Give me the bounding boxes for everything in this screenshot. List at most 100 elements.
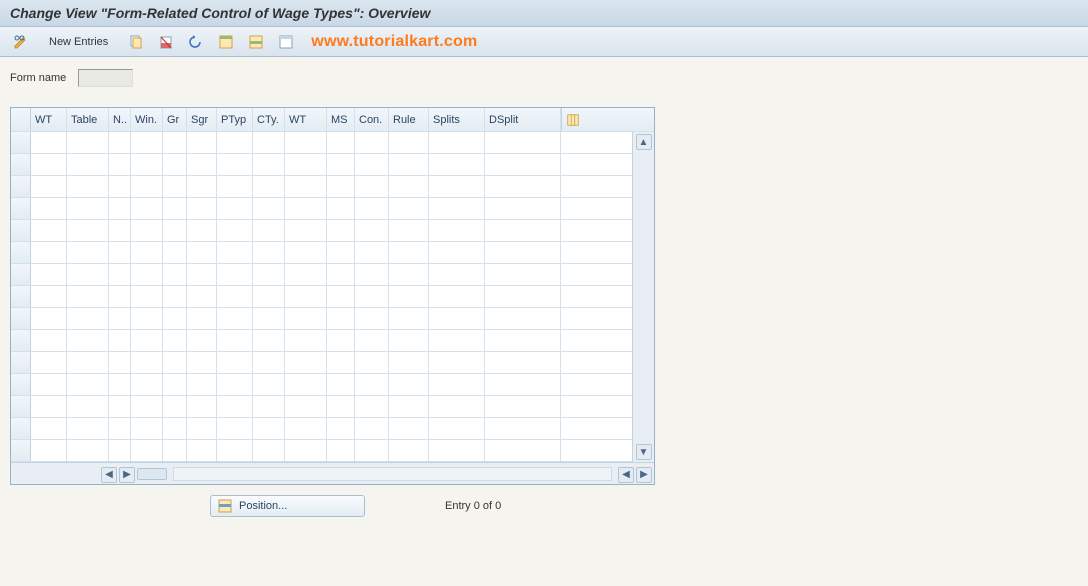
cell-rule[interactable] [389, 176, 429, 197]
cell-ms[interactable] [327, 330, 355, 351]
cell-wt1[interactable] [31, 198, 67, 219]
cell-n[interactable] [109, 242, 131, 263]
configure-columns-button[interactable] [561, 108, 583, 131]
table-row[interactable] [11, 440, 632, 462]
cell-gr[interactable] [163, 418, 187, 439]
cell-rule[interactable] [389, 396, 429, 417]
cell-wt2[interactable] [285, 374, 327, 395]
table-row[interactable] [11, 176, 632, 198]
row-selector[interactable] [11, 440, 31, 461]
cell-gr[interactable] [163, 242, 187, 263]
cell-dsplit[interactable] [485, 286, 561, 307]
cell-wt2[interactable] [285, 330, 327, 351]
cell-ptyp[interactable] [217, 440, 253, 461]
cell-table[interactable] [67, 286, 109, 307]
cell-rule[interactable] [389, 308, 429, 329]
cell-rule[interactable] [389, 198, 429, 219]
cell-table[interactable] [67, 154, 109, 175]
cell-sgr[interactable] [187, 242, 217, 263]
cell-ptyp[interactable] [217, 132, 253, 153]
cell-dsplit[interactable] [485, 242, 561, 263]
cell-cty[interactable] [253, 330, 285, 351]
scroll-up-button[interactable]: ▲ [636, 134, 652, 150]
cell-wt2[interactable] [285, 440, 327, 461]
cell-n[interactable] [109, 132, 131, 153]
cell-table[interactable] [67, 440, 109, 461]
column-header-sgr[interactable]: Sgr [187, 108, 217, 131]
toggle-edit-button[interactable] [8, 32, 34, 52]
cell-rule[interactable] [389, 374, 429, 395]
cell-wt1[interactable] [31, 374, 67, 395]
cell-sgr[interactable] [187, 154, 217, 175]
cell-rule[interactable] [389, 132, 429, 153]
row-selector[interactable] [11, 198, 31, 219]
cell-ptyp[interactable] [217, 418, 253, 439]
cell-n[interactable] [109, 286, 131, 307]
hscroll-track[interactable] [173, 467, 612, 481]
cell-n[interactable] [109, 154, 131, 175]
row-selector[interactable] [11, 396, 31, 417]
row-selector[interactable] [11, 176, 31, 197]
row-selector[interactable] [11, 352, 31, 373]
cell-n[interactable] [109, 264, 131, 285]
cell-n[interactable] [109, 330, 131, 351]
cell-cty[interactable] [253, 154, 285, 175]
cell-rule[interactable] [389, 440, 429, 461]
cell-table[interactable] [67, 374, 109, 395]
cell-splits[interactable] [429, 352, 485, 373]
cell-ms[interactable] [327, 242, 355, 263]
cell-ms[interactable] [327, 286, 355, 307]
hscroll-left2-button[interactable]: ◀ [618, 467, 634, 483]
cell-ptyp[interactable] [217, 330, 253, 351]
cell-cty[interactable] [253, 132, 285, 153]
cell-con[interactable] [355, 330, 389, 351]
row-selector-header[interactable] [11, 108, 31, 131]
cell-wt1[interactable] [31, 308, 67, 329]
cell-ptyp[interactable] [217, 220, 253, 241]
cell-dsplit[interactable] [485, 396, 561, 417]
table-row[interactable] [11, 308, 632, 330]
cell-splits[interactable] [429, 440, 485, 461]
cell-sgr[interactable] [187, 198, 217, 219]
cell-cty[interactable] [253, 176, 285, 197]
cell-cty[interactable] [253, 418, 285, 439]
cell-con[interactable] [355, 154, 389, 175]
cell-win[interactable] [131, 330, 163, 351]
cell-dsplit[interactable] [485, 264, 561, 285]
cell-win[interactable] [131, 352, 163, 373]
cell-gr[interactable] [163, 330, 187, 351]
cell-table[interactable] [67, 176, 109, 197]
cell-splits[interactable] [429, 286, 485, 307]
cell-table[interactable] [67, 220, 109, 241]
cell-gr[interactable] [163, 374, 187, 395]
hscroll-right2-button[interactable]: ▶ [636, 467, 652, 483]
cell-splits[interactable] [429, 154, 485, 175]
cell-ms[interactable] [327, 308, 355, 329]
cell-n[interactable] [109, 176, 131, 197]
cell-sgr[interactable] [187, 286, 217, 307]
cell-n[interactable] [109, 374, 131, 395]
cell-con[interactable] [355, 418, 389, 439]
cell-table[interactable] [67, 242, 109, 263]
table-row[interactable] [11, 418, 632, 440]
cell-gr[interactable] [163, 352, 187, 373]
cell-n[interactable] [109, 418, 131, 439]
cell-wt1[interactable] [31, 176, 67, 197]
table-row[interactable] [11, 198, 632, 220]
horizontal-scrollbar[interactable]: ◀ ▶ ◀ ▶ [11, 462, 654, 484]
cell-ms[interactable] [327, 220, 355, 241]
cell-cty[interactable] [253, 220, 285, 241]
cell-sgr[interactable] [187, 176, 217, 197]
cell-con[interactable] [355, 176, 389, 197]
cell-rule[interactable] [389, 352, 429, 373]
new-entries-button[interactable]: New Entries [38, 32, 119, 52]
cell-sgr[interactable] [187, 374, 217, 395]
cell-wt1[interactable] [31, 352, 67, 373]
cell-dsplit[interactable] [485, 352, 561, 373]
cell-ms[interactable] [327, 132, 355, 153]
delete-button[interactable] [153, 32, 179, 52]
row-selector[interactable] [11, 418, 31, 439]
hscroll-left-button[interactable]: ◀ [101, 467, 117, 483]
cell-dsplit[interactable] [485, 132, 561, 153]
cell-ptyp[interactable] [217, 374, 253, 395]
